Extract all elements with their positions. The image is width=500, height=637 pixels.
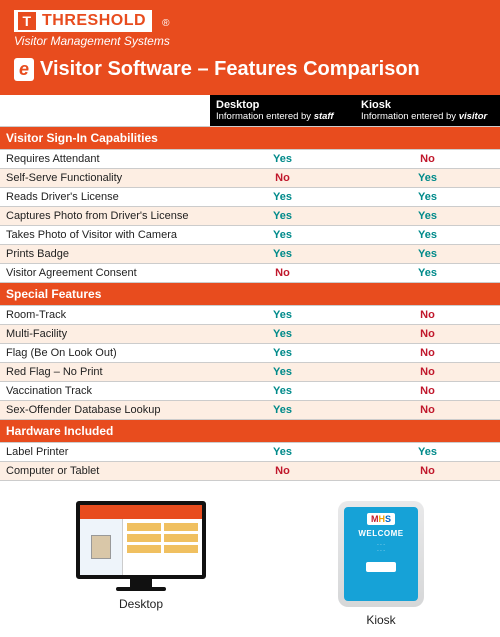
kiosk-tablet-icon: MHS WELCOME · · ·· · · bbox=[338, 501, 424, 607]
desktop-value: Yes bbox=[210, 150, 355, 169]
table-row: Requires AttendantYesNo bbox=[0, 150, 500, 169]
col-header-feature bbox=[0, 95, 210, 127]
desktop-monitor-icon bbox=[76, 501, 206, 591]
logo: T THRESHOLD ® bbox=[14, 10, 486, 32]
table-row: Computer or TabletNoNo bbox=[0, 462, 500, 481]
logo-mark: T bbox=[18, 12, 36, 30]
col-header-desktop: Desktop Information entered by staff bbox=[210, 95, 355, 127]
col-header-kiosk-label: Kiosk bbox=[361, 99, 391, 111]
kiosk-button-icon bbox=[366, 562, 396, 572]
kiosk-value: Yes bbox=[355, 264, 500, 283]
col-header-kiosk-sub: Information entered by bbox=[361, 111, 459, 122]
product-kiosk-label: Kiosk bbox=[338, 613, 424, 627]
feature-cell: Vaccination Track bbox=[0, 382, 210, 401]
section-header: Special Features bbox=[0, 283, 500, 306]
col-header-desktop-sub: Information entered by bbox=[216, 111, 314, 122]
table-row: Reads Driver's LicenseYesYes bbox=[0, 188, 500, 207]
kiosk-value: Yes bbox=[355, 443, 500, 462]
desktop-value: No bbox=[210, 264, 355, 283]
kiosk-value: Yes bbox=[355, 245, 500, 264]
feature-cell: Room-Track bbox=[0, 306, 210, 325]
feature-cell: Sex-Offender Database Lookup bbox=[0, 401, 210, 420]
kiosk-value: No bbox=[355, 344, 500, 363]
desktop-value: Yes bbox=[210, 207, 355, 226]
feature-cell: Computer or Tablet bbox=[0, 462, 210, 481]
logo-badge: T THRESHOLD bbox=[14, 10, 152, 32]
desktop-value: Yes bbox=[210, 245, 355, 264]
page-title: Visitor Software – Features Comparison bbox=[40, 58, 420, 81]
product-images: Desktop MHS WELCOME · · ·· · · Kiosk bbox=[10, 501, 490, 627]
desktop-value: Yes bbox=[210, 363, 355, 382]
kiosk-welcome: WELCOME bbox=[358, 529, 403, 538]
kiosk-value: Yes bbox=[355, 226, 500, 245]
section-title: Hardware Included bbox=[0, 420, 500, 443]
desktop-value: Yes bbox=[210, 344, 355, 363]
product-desktop: Desktop bbox=[76, 501, 206, 627]
col-header-kiosk-em: visitor bbox=[459, 111, 488, 122]
product-kiosk: MHS WELCOME · · ·· · · Kiosk bbox=[338, 501, 424, 627]
kiosk-value: No bbox=[355, 401, 500, 420]
section-header: Visitor Sign-In Capabilities bbox=[0, 127, 500, 150]
feature-cell: Prints Badge bbox=[0, 245, 210, 264]
table-row: Sex-Offender Database LookupYesNo bbox=[0, 401, 500, 420]
section-title: Special Features bbox=[0, 283, 500, 306]
registered-mark: ® bbox=[162, 18, 169, 29]
feature-cell: Red Flag – No Print bbox=[0, 363, 210, 382]
kiosk-value: No bbox=[355, 382, 500, 401]
table-row: Vaccination TrackYesNo bbox=[0, 382, 500, 401]
kiosk-value: No bbox=[355, 150, 500, 169]
col-header-desktop-label: Desktop bbox=[216, 99, 259, 111]
feature-cell: Self-Serve Functionality bbox=[0, 169, 210, 188]
kiosk-logo: MHS bbox=[367, 513, 395, 525]
kiosk-value: Yes bbox=[355, 188, 500, 207]
desktop-value: No bbox=[210, 169, 355, 188]
kiosk-value: Yes bbox=[355, 207, 500, 226]
table-row: Flag (Be On Look Out)YesNo bbox=[0, 344, 500, 363]
feature-cell: Multi-Facility bbox=[0, 325, 210, 344]
table-row: Room-TrackYesNo bbox=[0, 306, 500, 325]
kiosk-value: No bbox=[355, 325, 500, 344]
title-row: e Visitor Software – Features Comparison bbox=[14, 58, 486, 81]
feature-cell: Visitor Agreement Consent bbox=[0, 264, 210, 283]
desktop-value: Yes bbox=[210, 306, 355, 325]
feature-cell: Flag (Be On Look Out) bbox=[0, 344, 210, 363]
table-row: Takes Photo of Visitor with CameraYesYes bbox=[0, 226, 500, 245]
desktop-value: Yes bbox=[210, 325, 355, 344]
tagline: Visitor Management Systems bbox=[14, 34, 486, 48]
kiosk-value: No bbox=[355, 306, 500, 325]
desktop-value: Yes bbox=[210, 401, 355, 420]
kiosk-subtext: · · ·· · · bbox=[377, 542, 385, 554]
col-header-kiosk: Kiosk Information entered by visitor bbox=[355, 95, 500, 127]
table-row: Label PrinterYesYes bbox=[0, 443, 500, 462]
kiosk-value: No bbox=[355, 363, 500, 382]
col-header-desktop-em: staff bbox=[314, 111, 334, 122]
table-row: Captures Photo from Driver's LicenseYesY… bbox=[0, 207, 500, 226]
table-row: Prints BadgeYesYes bbox=[0, 245, 500, 264]
feature-cell: Captures Photo from Driver's License bbox=[0, 207, 210, 226]
feature-cell: Takes Photo of Visitor with Camera bbox=[0, 226, 210, 245]
logo-text: THRESHOLD bbox=[42, 12, 146, 30]
desktop-value: Yes bbox=[210, 188, 355, 207]
feature-cell: Requires Attendant bbox=[0, 150, 210, 169]
e-badge-icon: e bbox=[14, 58, 34, 81]
kiosk-value: No bbox=[355, 462, 500, 481]
table-row: Red Flag – No PrintYesNo bbox=[0, 363, 500, 382]
section-header: Hardware Included bbox=[0, 420, 500, 443]
feature-cell: Label Printer bbox=[0, 443, 210, 462]
comparison-table: Desktop Information entered by staff Kio… bbox=[0, 95, 500, 481]
product-desktop-label: Desktop bbox=[76, 597, 206, 611]
section-title: Visitor Sign-In Capabilities bbox=[0, 127, 500, 150]
table-header-row: Desktop Information entered by staff Kio… bbox=[0, 95, 500, 127]
feature-cell: Reads Driver's License bbox=[0, 188, 210, 207]
table-row: Multi-FacilityYesNo bbox=[0, 325, 500, 344]
desktop-value: Yes bbox=[210, 226, 355, 245]
table-row: Self-Serve FunctionalityNoYes bbox=[0, 169, 500, 188]
table-row: Visitor Agreement ConsentNoYes bbox=[0, 264, 500, 283]
avatar-icon bbox=[91, 535, 111, 559]
header: T THRESHOLD ® Visitor Management Systems… bbox=[0, 0, 500, 95]
desktop-value: Yes bbox=[210, 443, 355, 462]
desktop-value: No bbox=[210, 462, 355, 481]
desktop-value: Yes bbox=[210, 382, 355, 401]
kiosk-value: Yes bbox=[355, 169, 500, 188]
